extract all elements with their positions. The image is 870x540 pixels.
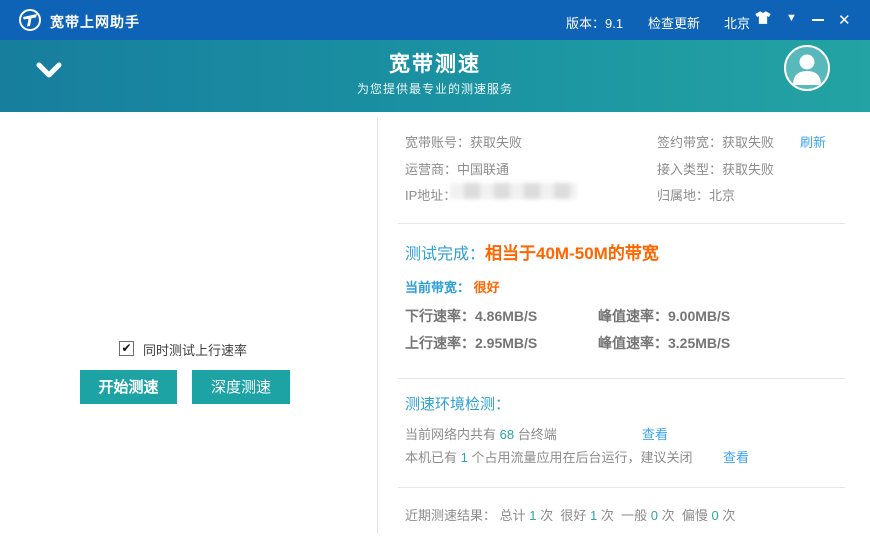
check-update-link[interactable]: 检查更新: [648, 13, 700, 32]
ip-label: IP地址：: [405, 188, 456, 203]
download-speed: 下行速率：4.86MB/S: [405, 306, 537, 326]
app-logo-icon: [18, 8, 42, 32]
apps-row: 本机已有 1 个占用流量应用在后台运行，建议关闭: [405, 447, 693, 466]
account-value: 获取失败: [470, 135, 522, 150]
location-row: 归属地：北京: [657, 185, 735, 204]
contract-value: 获取失败: [722, 135, 774, 150]
recent-total-name: 总计: [500, 508, 526, 523]
location-value: 北京: [709, 188, 735, 203]
minimize-bar: [812, 19, 824, 21]
apps-view-link[interactable]: 查看: [723, 447, 749, 466]
account-row: 宽带账号：获取失败: [405, 132, 522, 151]
upload-peak-label: 峰值速率：: [598, 335, 668, 351]
devices-count: 68: [500, 427, 514, 442]
recent-normal-name: 一般: [621, 508, 647, 523]
upload-speed: 上行速率：2.95MB/S: [405, 333, 537, 353]
city-selector[interactable]: 北京: [724, 13, 750, 32]
upload-peak-value: 3.25MB/S: [668, 335, 730, 351]
contract-row: 签约带宽：获取失败: [657, 132, 774, 151]
isp-value: 中国联通: [457, 162, 509, 177]
recent-good-count: 1: [590, 508, 597, 523]
divider: [398, 487, 845, 488]
recent-normal-unit: 次: [662, 508, 675, 523]
bandwidth-label: 当前带宽：: [405, 280, 470, 295]
ip-row: IP地址：: [405, 185, 456, 204]
recent-total-unit: 次: [540, 508, 553, 523]
apps-prefix: 本机已有: [405, 450, 457, 465]
recent-normal-count: 0: [651, 508, 658, 523]
close-button[interactable]: ✕: [838, 11, 851, 29]
test-status-label: 测试完成：: [405, 246, 485, 263]
recent-results-row: 近期测速结果： 总计 1 次 很好 1 次 一般 0 次 偏慢 0 次: [405, 505, 735, 524]
refresh-link[interactable]: 刷新: [800, 132, 826, 151]
user-avatar[interactable]: [784, 45, 830, 91]
devices-row: 当前网络内共有 68 台终端: [405, 424, 557, 443]
isp-label: 运营商：: [405, 162, 457, 177]
download-label: 下行速率：: [405, 308, 475, 324]
minimize-button[interactable]: [812, 8, 826, 28]
access-row: 接入类型：获取失败: [657, 159, 774, 178]
download-peak-value: 9.00MB/S: [668, 308, 730, 324]
upload-test-checkbox-label[interactable]: 同时测试上行速率: [143, 340, 247, 359]
upload-peak: 峰值速率：3.25MB/S: [598, 333, 730, 353]
bandwidth-row: 当前带宽： 很好: [405, 277, 500, 296]
page-title: 宽带测速: [0, 48, 870, 78]
recent-slow-unit: 次: [722, 508, 735, 523]
recent-slow-name: 偏慢: [682, 508, 708, 523]
menu-caret-icon[interactable]: ▼: [786, 12, 797, 24]
upload-value: 2.95MB/S: [475, 335, 537, 351]
devices-prefix: 当前网络内共有: [405, 427, 496, 442]
apps-count: 1: [461, 450, 468, 465]
skin-tshirt-icon[interactable]: [754, 10, 772, 30]
recent-good-unit: 次: [601, 508, 614, 523]
download-peak: 峰值速率：9.00MB/S: [598, 306, 730, 326]
contract-label: 签约带宽：: [657, 135, 722, 150]
devices-view-link[interactable]: 查看: [642, 424, 668, 443]
page-subtitle: 为您提供最专业的测速服务: [0, 80, 870, 97]
recent-label: 近期测速结果：: [405, 508, 496, 523]
access-value: 获取失败: [722, 162, 774, 177]
upload-label: 上行速率：: [405, 335, 475, 351]
recent-total-count: 1: [529, 508, 536, 523]
app-title: 宽带上网助手: [50, 12, 140, 32]
location-label: 归属地：: [657, 188, 709, 203]
download-value: 4.86MB/S: [475, 308, 537, 324]
title-bar: 宽带上网助手 版本：9.1 检查更新 北京 ▼ ✕: [0, 0, 870, 40]
divider: [398, 223, 845, 224]
environment-title: 测速环境检测：: [405, 393, 510, 414]
devices-suffix: 台终端: [518, 427, 557, 442]
access-label: 接入类型：: [657, 162, 722, 177]
start-test-button[interactable]: 开始测速: [80, 370, 177, 404]
isp-row: 运营商：中国联通: [405, 159, 509, 178]
recent-good-name: 很好: [560, 508, 586, 523]
download-peak-label: 峰值速率：: [598, 308, 668, 324]
ip-address-redacted: [450, 183, 577, 199]
account-label: 宽带账号：: [405, 135, 470, 150]
detail-panel: 宽带账号：获取失败 签约带宽：获取失败 刷新 运营商：中国联通 接入类型：获取失…: [377, 112, 870, 540]
version-label: 版本：9.1: [566, 13, 623, 32]
page-header: 宽带测速 为您提供最专业的测速服务: [0, 40, 870, 112]
divider: [398, 378, 845, 379]
test-status-value: 相当于40M-50M的带宽: [485, 244, 659, 263]
test-result-row: 测试完成：相当于40M-50M的带宽: [405, 239, 659, 264]
recent-slow-count: 0: [712, 508, 719, 523]
deep-test-button[interactable]: 深度测速: [192, 370, 290, 404]
upload-test-checkbox[interactable]: ✔: [119, 341, 134, 356]
bandwidth-value: 很好: [474, 280, 500, 295]
apps-suffix: 个占用流量应用在后台运行，建议关闭: [472, 450, 693, 465]
